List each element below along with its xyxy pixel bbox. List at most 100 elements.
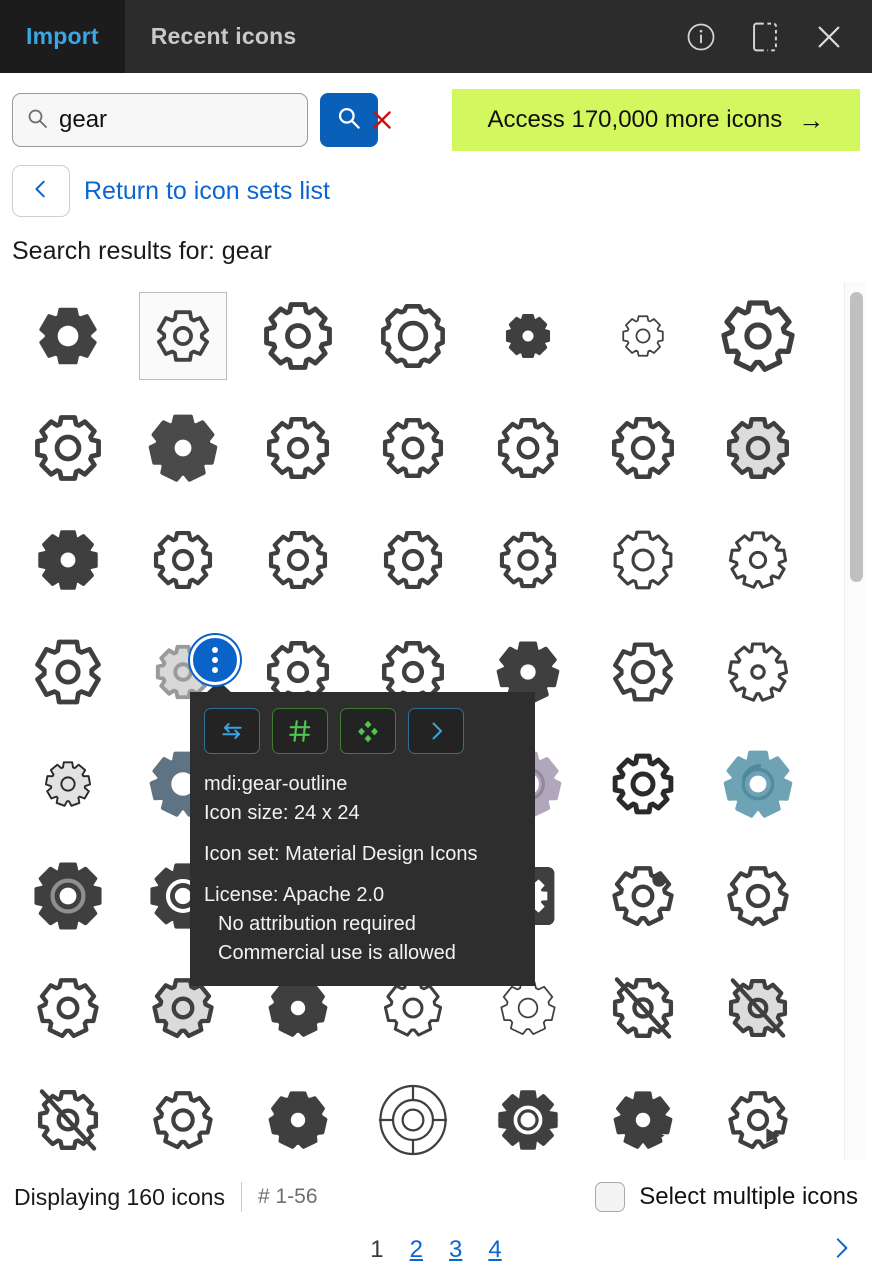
icon-cell[interactable]	[355, 280, 470, 392]
icon-cell[interactable]	[125, 504, 240, 616]
icon-cell[interactable]	[470, 1064, 585, 1176]
return-row: Return to icon sets list	[0, 151, 872, 217]
gear-play-solid	[613, 1090, 673, 1150]
search-field-wrapper[interactable]	[12, 93, 391, 147]
info-icon[interactable]	[684, 20, 718, 54]
gear-outline-med	[153, 530, 213, 590]
displaying-count: Displaying 160 icons	[14, 1183, 225, 1210]
icon-cell[interactable]	[355, 1064, 470, 1176]
chevron-right-icon	[828, 1233, 854, 1268]
return-to-icon-sets-link[interactable]: Return to icon sets list	[84, 177, 330, 206]
gear-outline-filled-gray	[726, 416, 790, 480]
footer-status-row: Displaying 160 icons # 1-56 Select multi…	[0, 1174, 872, 1220]
gear-outline-med-c	[383, 530, 443, 590]
page-link-4[interactable]: 4	[488, 1236, 501, 1264]
icon-cell[interactable]	[700, 728, 815, 840]
grid-scrollbar[interactable]	[844, 282, 866, 1160]
more-options-badge[interactable]	[190, 635, 240, 685]
gear-outline-wavy-b	[36, 977, 99, 1039]
page-link-2[interactable]: 2	[410, 1236, 423, 1264]
icon-cell[interactable]	[10, 728, 125, 840]
icon-cell[interactable]	[700, 280, 815, 392]
icon-cell[interactable]	[10, 504, 125, 616]
promo-banner[interactable]: Access 170,000 more icons →	[451, 89, 860, 151]
footer: Displaying 160 icons # 1-56 Select multi…	[0, 1174, 872, 1280]
gear-outline-6tooth-c	[612, 641, 674, 703]
tab-import-label: Import	[26, 23, 99, 49]
icon-cell[interactable]	[10, 392, 125, 504]
gear-outline-large	[720, 299, 795, 373]
icon-cell[interactable]	[585, 840, 700, 952]
tooltip-spacer	[204, 828, 521, 840]
icon-cell[interactable]	[700, 504, 815, 616]
icon-cell[interactable]	[470, 280, 585, 392]
gear-outline-wavy-thin	[499, 979, 557, 1037]
icon-cell[interactable]	[355, 392, 470, 504]
gear-outline-med-b	[268, 530, 328, 590]
next-page-button[interactable]	[828, 1233, 854, 1268]
icon-cell[interactable]	[585, 616, 700, 728]
icon-cell[interactable]	[470, 392, 585, 504]
icon-cell[interactable]	[585, 280, 700, 392]
icon-cell[interactable]	[240, 504, 355, 616]
gear-outline-with-dot	[611, 865, 674, 927]
clear-search-icon[interactable]	[369, 107, 395, 133]
icon-cell[interactable]	[585, 952, 700, 1064]
gear-solid-bold	[37, 529, 99, 591]
icon-cell[interactable]	[10, 952, 125, 1064]
icon-cell[interactable]	[585, 504, 700, 616]
icon-cell[interactable]	[240, 1064, 355, 1176]
icon-cell[interactable]	[125, 392, 240, 504]
select-multiple-checkbox[interactable]	[595, 1182, 626, 1212]
search-row: Access 170,000 more icons →	[0, 73, 872, 151]
icon-cell[interactable]	[10, 280, 125, 392]
select-multiple-icons-toggle[interactable]: Select multiple icons	[595, 1182, 858, 1212]
gear-solid-double-ring	[497, 1089, 559, 1151]
diamonds-icon[interactable]	[340, 708, 396, 754]
tooltip-icon-size: Icon size: 24 x 24	[204, 802, 360, 824]
icon-cell[interactable]	[125, 1064, 240, 1176]
icon-cell[interactable]	[585, 728, 700, 840]
icon-cell[interactable]	[700, 840, 815, 952]
grid-hash-icon[interactable]	[272, 708, 328, 754]
gear-off-slash	[612, 977, 674, 1039]
icon-cell[interactable]	[240, 392, 355, 504]
icon-cell[interactable]	[700, 1064, 815, 1176]
tab-recent-icons[interactable]: Recent icons	[125, 0, 323, 73]
tab-recent-icons-label: Recent icons	[150, 23, 297, 49]
gear-outline-thin-small	[621, 314, 665, 358]
icon-cell[interactable]	[10, 1064, 125, 1176]
search-input[interactable]	[59, 106, 369, 134]
gear-wheel-spokes	[376, 1083, 450, 1157]
icon-cell[interactable]	[585, 1064, 700, 1176]
close-icon[interactable]	[812, 20, 846, 54]
gear-outline-rounded-c	[497, 417, 559, 479]
chevron-right-icon[interactable]	[408, 708, 464, 754]
back-button[interactable]	[12, 165, 70, 217]
tab-import[interactable]: Import	[0, 0, 125, 73]
search-results-heading: Search results for: gear	[12, 237, 272, 265]
icon-detail-tooltip: mdi:gear-outline Icon size: 24 x 24 Icon…	[190, 681, 535, 986]
tooltip-license-note-2: Commercial use is allowed	[218, 942, 456, 964]
gear-play-outline	[727, 1090, 788, 1150]
gear-outline-heavy	[612, 753, 674, 815]
icon-cell[interactable]	[240, 280, 355, 392]
icon-cell[interactable]	[700, 952, 815, 1064]
icon-cell[interactable]	[585, 392, 700, 504]
gear-outline-wavy-c	[383, 978, 443, 1038]
icon-cell[interactable]	[10, 616, 125, 728]
icon-cell[interactable]	[700, 616, 815, 728]
dock-panel-icon[interactable]	[748, 20, 782, 54]
icon-cell[interactable]	[470, 504, 585, 616]
page-link-3[interactable]: 3	[449, 1236, 462, 1264]
icon-cell[interactable]	[355, 504, 470, 616]
titlebar-spacer	[322, 0, 684, 73]
grid-scrollbar-thumb[interactable]	[850, 292, 863, 582]
icon-cell[interactable]	[10, 840, 125, 952]
icon-cell-selected[interactable]	[138, 292, 227, 380]
icon-cell[interactable]	[700, 392, 815, 504]
swap-arrows-icon[interactable]	[204, 708, 260, 754]
tooltip-license: License: Apache 2.0	[204, 884, 385, 906]
gear-outline-cog	[156, 309, 210, 363]
pagination: 1234	[370, 1236, 501, 1264]
